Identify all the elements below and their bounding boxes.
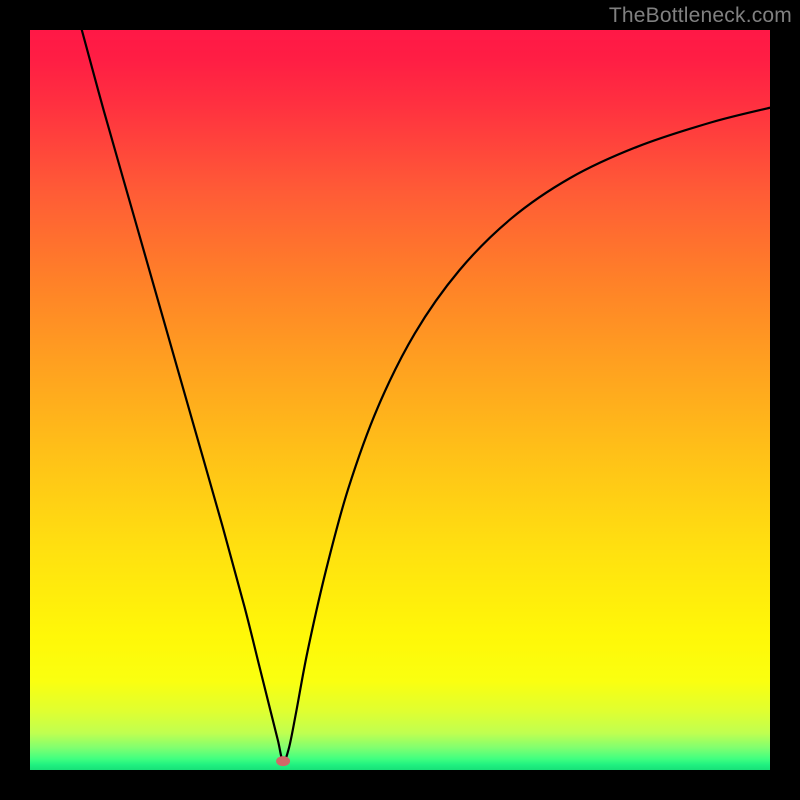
bottleneck-curve [82,30,770,761]
curve-layer [30,30,770,770]
plot-area [30,30,770,770]
minimum-marker-icon [276,756,290,766]
watermark-label: TheBottleneck.com [609,4,792,28]
chart-frame: TheBottleneck.com [0,0,800,800]
